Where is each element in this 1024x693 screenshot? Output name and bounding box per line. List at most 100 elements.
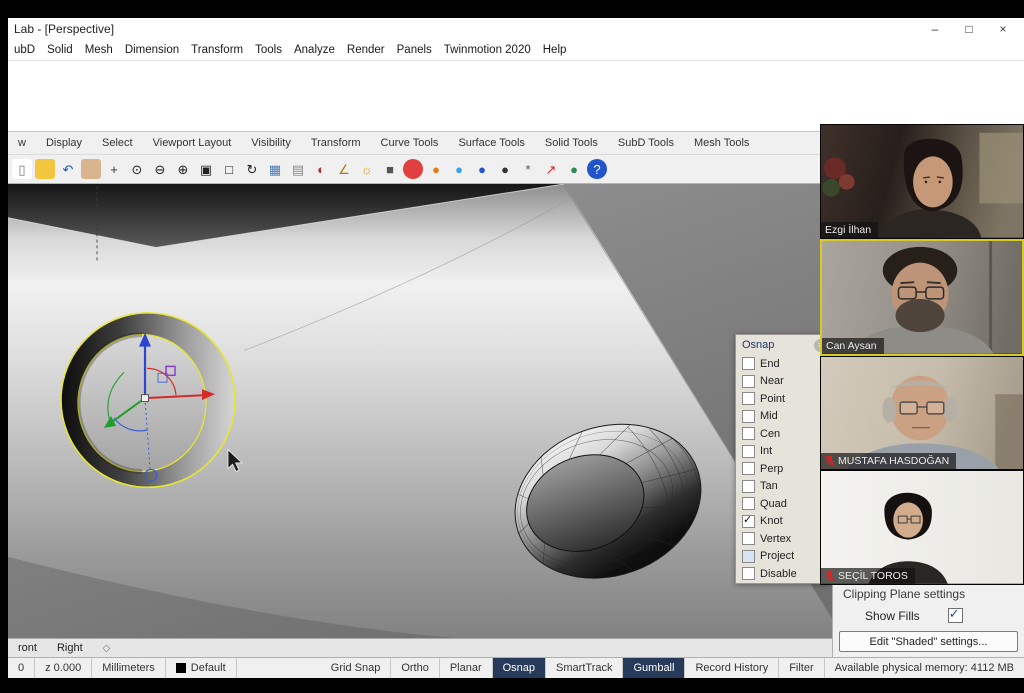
osnap-option-project[interactable]: Project	[736, 548, 830, 566]
osnap-option-near[interactable]: Near	[736, 373, 830, 391]
status-layer[interactable]: Default	[166, 658, 237, 678]
help-icon[interactable]: ?	[587, 159, 607, 179]
toolbar-tab-visibility[interactable]: Visibility	[241, 137, 301, 149]
undo-icon[interactable]: ↶	[58, 159, 78, 179]
earth-globe-icon[interactable]: ●	[564, 159, 584, 179]
checkbox[interactable]	[742, 462, 755, 475]
shaded-sphere-icon[interactable]: ●	[449, 159, 469, 179]
toolbar-tab-subd-tools[interactable]: SubD Tools	[608, 137, 684, 149]
video-tile-secil[interactable]: SEÇİL TOROS	[820, 470, 1024, 585]
status-toggle-ortho[interactable]: Ortho	[391, 658, 440, 678]
pan-hand-icon[interactable]	[81, 159, 101, 179]
viewport-column: Osnap × End Near Point Mid Cen Int Perp …	[8, 184, 832, 657]
menu-item-solid[interactable]: Solid	[41, 44, 79, 56]
show-fills-checkbox[interactable]	[948, 608, 963, 623]
osnap-panel-header[interactable]: Osnap ×	[736, 335, 830, 355]
cplane-grid-icon[interactable]: ▦	[265, 159, 285, 179]
checkbox[interactable]	[742, 550, 755, 563]
viewport-tab-right[interactable]: Right	[57, 642, 83, 654]
status-toggle-osnap[interactable]: Osnap	[493, 658, 546, 678]
menu-item-panels[interactable]: Panels	[391, 44, 438, 56]
options-gear-icon[interactable]: *	[518, 159, 538, 179]
move-icon[interactable]: +	[104, 159, 124, 179]
viewport-tab-front[interactable]: ront	[18, 642, 37, 654]
menu-item-mesh[interactable]: Mesh	[79, 44, 119, 56]
status-toggle-smarttrack[interactable]: SmartTrack	[546, 658, 623, 678]
menu-item-transform[interactable]: Transform	[185, 44, 249, 56]
status-toggle-gumball[interactable]: Gumball	[623, 658, 685, 678]
zoom-out-icon[interactable]: ⊖	[150, 159, 170, 179]
toolbar-tab-mesh-tools[interactable]: Mesh Tools	[684, 137, 759, 149]
osnap-option-tan[interactable]: Tan	[736, 478, 830, 496]
toolbar-tab-viewport-layout[interactable]: Viewport Layout	[143, 137, 242, 149]
rotate-view-icon[interactable]: ↻	[242, 159, 262, 179]
dark-sphere-icon[interactable]: ●	[495, 159, 515, 179]
checkbox[interactable]	[742, 410, 755, 423]
osnap-option-vertex[interactable]: Vertex	[736, 530, 830, 548]
video-tile-can[interactable]: Can Aysan	[820, 239, 1024, 356]
close-button[interactable]: ×	[986, 18, 1020, 40]
maximize-button[interactable]: □	[952, 18, 986, 40]
render-colors-icon[interactable]	[403, 159, 423, 179]
toolbar-tab-view[interactable]: w	[8, 137, 36, 149]
minimize-button[interactable]: –	[918, 18, 952, 40]
open-folder-icon[interactable]	[35, 159, 55, 179]
command-area[interactable]	[8, 61, 1024, 131]
osnap-toggle-icon[interactable]: ◐	[311, 159, 331, 179]
checkbox[interactable]	[742, 480, 755, 493]
checkbox[interactable]	[742, 392, 755, 405]
viewport-perspective[interactable]: Osnap × End Near Point Mid Cen Int Perp …	[8, 184, 832, 638]
checkbox[interactable]	[742, 445, 755, 458]
menu-item-tools[interactable]: Tools	[249, 44, 288, 56]
status-toggle-filter[interactable]: Filter	[779, 658, 824, 678]
toolbar-tab-curve-tools[interactable]: Curve Tools	[371, 137, 449, 149]
zoom-in-icon[interactable]: ⊕	[173, 159, 193, 179]
angle-tool-icon[interactable]: ∠	[334, 159, 354, 179]
checkbox[interactable]	[742, 375, 755, 388]
toolbar-tab-solid-tools[interactable]: Solid Tools	[535, 137, 608, 149]
menu-item-dimension[interactable]: Dimension	[119, 44, 185, 56]
video-tile-mustafa[interactable]: MUSTAFA HASDOĞAN	[820, 356, 1024, 471]
osnap-option-knot[interactable]: Knot	[736, 513, 830, 531]
gumball-widget-icon[interactable]: ↗	[541, 159, 561, 179]
viewport-tabs-menu-icon[interactable]: ◇	[103, 643, 111, 654]
menu-item-help[interactable]: Help	[537, 44, 573, 56]
new-file-icon[interactable]: ▯	[12, 159, 32, 179]
osnap-option-perp[interactable]: Perp	[736, 460, 830, 478]
menu-item-subd[interactable]: ubD	[8, 44, 41, 56]
status-toggle-record-history[interactable]: Record History	[685, 658, 779, 678]
checkbox[interactable]	[742, 515, 755, 528]
toolbar-tab-transform[interactable]: Transform	[301, 137, 371, 149]
osnap-option-end[interactable]: End	[736, 355, 830, 373]
blue-sphere-icon[interactable]: ●	[472, 159, 492, 179]
orange-sphere-icon[interactable]: ●	[426, 159, 446, 179]
status-units[interactable]: Millimeters	[92, 658, 166, 678]
checkbox[interactable]	[742, 567, 755, 580]
toolbar-tab-surface-tools[interactable]: Surface Tools	[448, 137, 534, 149]
osnap-option-mid[interactable]: Mid	[736, 408, 830, 426]
checkbox[interactable]	[742, 427, 755, 440]
osnap-option-quad[interactable]: Quad	[736, 495, 830, 513]
menu-item-analyze[interactable]: Analyze	[288, 44, 341, 56]
osnap-option-cen[interactable]: Cen	[736, 425, 830, 443]
checkbox[interactable]	[742, 532, 755, 545]
checkbox[interactable]	[742, 497, 755, 510]
osnap-option-disable[interactable]: Disable	[736, 565, 830, 583]
osnap-option-point[interactable]: Point	[736, 390, 830, 408]
named-view-icon[interactable]: ▤	[288, 159, 308, 179]
menu-item-twinmotion[interactable]: Twinmotion 2020	[438, 44, 537, 56]
status-toggle-grid-snap[interactable]: Grid Snap	[321, 658, 392, 678]
edit-shaded-settings-button[interactable]: Edit "Shaded" settings...	[839, 631, 1018, 652]
menu-item-render[interactable]: Render	[341, 44, 391, 56]
osnap-option-int[interactable]: Int	[736, 443, 830, 461]
zoom-window-icon[interactable]: ▣	[196, 159, 216, 179]
toolbar-tab-display[interactable]: Display	[36, 137, 92, 149]
status-toggle-planar[interactable]: Planar	[440, 658, 493, 678]
video-tile-ezgi[interactable]: Ezgi İlhan	[820, 124, 1024, 239]
lamp-icon[interactable]: ☼	[357, 159, 377, 179]
lock-icon[interactable]: ■	[380, 159, 400, 179]
zoom-extents-icon[interactable]: □	[219, 159, 239, 179]
toolbar-tab-select[interactable]: Select	[92, 137, 143, 149]
checkbox[interactable]	[742, 357, 755, 370]
zoom-dynamic-icon[interactable]: ⊙	[127, 159, 147, 179]
